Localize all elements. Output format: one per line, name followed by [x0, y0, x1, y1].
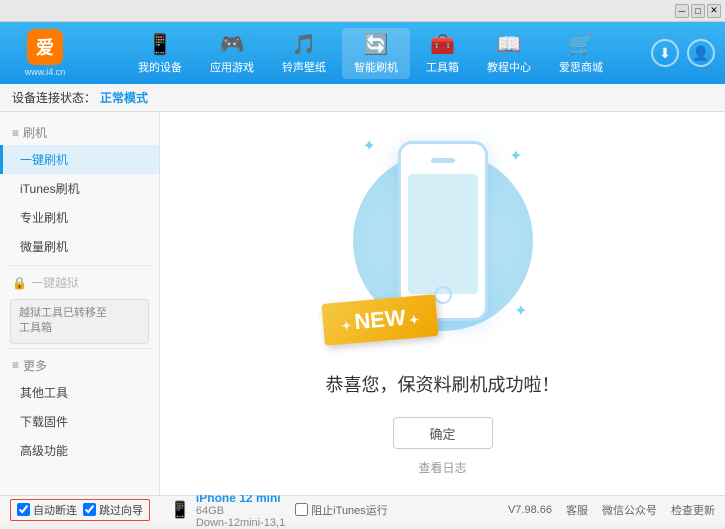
sidebar-section-more: ≡ 更多 其他工具 下载固件 高级功能 — [0, 353, 159, 465]
nav-my-device[interactable]: 📱 我的设备 — [126, 28, 194, 79]
nav-smart-flash-label: 智能刷机 — [354, 59, 398, 75]
sidebar-jailbreak-note: 越狱工具已转移至工具箱 — [10, 299, 149, 344]
check-update-link[interactable]: 检查更新 — [671, 502, 715, 518]
sidebar-item-micro-flash[interactable]: 微量刷机 — [0, 232, 159, 261]
status-label: 设备连接状态： — [12, 89, 96, 106]
toolbox-icon: 🧰 — [430, 32, 455, 57]
sidebar-section-jailbreak: 🔒 一键越狱 越狱工具已转移至工具箱 — [0, 270, 159, 344]
checkbox-group: 自动断连 跳过向导 — [10, 499, 150, 521]
guided-label: 跳过向导 — [99, 502, 143, 518]
nav-smart-flash[interactable]: 🔄 智能刷机 — [342, 28, 410, 79]
status-bar: 设备连接状态： 正常模式 — [0, 84, 725, 112]
sidebar-item-download-firmware[interactable]: 下载固件 — [0, 407, 159, 436]
logo[interactable]: 爱 www.i4.cn — [0, 29, 90, 77]
device-storage: 64GB — [196, 505, 285, 517]
sidebar-item-other-tools[interactable]: 其他工具 — [0, 378, 159, 407]
nav-toolbox[interactable]: 🧰 工具箱 — [414, 28, 471, 79]
close-button[interactable]: ✕ — [707, 4, 721, 18]
phone-screen — [408, 174, 478, 294]
sidebar-divider-2 — [8, 348, 151, 349]
minimize-button[interactable]: ─ — [675, 4, 689, 18]
nav-tutorial[interactable]: 📖 教程中心 — [475, 28, 543, 79]
sparkle-2: ✦ — [509, 146, 522, 166]
confirm-button[interactable]: 确定 — [393, 417, 493, 449]
main-layout: ≡ 刷机 一键刷机 iTunes刷机 专业刷机 微量刷机 🔒 一键越狱 — [0, 112, 725, 495]
lock-icon: 🔒 — [12, 276, 27, 290]
logo-url: www.i4.cn — [25, 67, 66, 77]
sidebar-divider-1 — [8, 265, 151, 266]
sidebar-item-itunes-flash[interactable]: iTunes刷机 — [0, 174, 159, 203]
status-value: 正常模式 — [100, 89, 148, 106]
sidebar-section-more-header: ≡ 更多 — [0, 353, 159, 378]
nav-items: 📱 我的设备 🎮 应用游戏 🎵 铃声壁纸 🔄 智能刷机 🧰 工具箱 📖 教程中心… — [90, 28, 651, 79]
sidebar-item-pro-flash[interactable]: 专业刷机 — [0, 203, 159, 232]
my-device-icon: 📱 — [148, 32, 173, 57]
bottom-bar: 自动断连 跳过向导 📱 iPhone 12 mini 64GB Down-12m… — [0, 495, 725, 523]
nav-tutorial-label: 教程中心 — [487, 59, 531, 75]
phone-body — [398, 141, 488, 321]
auto-close-input[interactable] — [17, 503, 30, 516]
nav-ringtones-label: 铃声壁纸 — [282, 59, 326, 75]
tutorial-icon: 📖 — [497, 32, 522, 57]
sparkle-1: ✦ — [363, 136, 376, 156]
logo-icon: 爱 — [27, 29, 63, 65]
nav-ringtones[interactable]: 🎵 铃声壁纸 — [270, 28, 338, 79]
ringtones-icon: 🎵 — [292, 32, 317, 57]
sparkle-3: ✦ — [514, 301, 527, 321]
smart-flash-icon: 🔄 — [364, 32, 389, 57]
success-message: 恭喜您，保资料刷机成功啦！ — [326, 371, 560, 397]
auto-close-checkbox[interactable]: 自动断连 — [17, 502, 77, 518]
mall-icon: 🛒 — [569, 32, 594, 57]
sidebar-section-flash-header: ≡ 刷机 — [0, 120, 159, 145]
sidebar-item-advanced[interactable]: 高级功能 — [0, 436, 159, 465]
new-badge: NEW — [321, 294, 438, 346]
phone-speaker — [431, 158, 455, 163]
bottom-right: V7.98.66 客服 微信公众号 检查更新 — [508, 502, 715, 518]
sidebar-section-flash: ≡ 刷机 一键刷机 iTunes刷机 专业刷机 微量刷机 — [0, 120, 159, 261]
maximize-button[interactable]: □ — [691, 4, 705, 18]
stop-itunes-label: 阻止iTunes运行 — [311, 502, 388, 518]
nav-mall-label: 爱思商城 — [559, 59, 603, 75]
download-button[interactable]: ⬇ — [651, 39, 679, 67]
auto-close-label: 自动断连 — [33, 502, 77, 518]
flash-section-icon: ≡ — [12, 126, 19, 140]
sidebar: ≡ 刷机 一键刷机 iTunes刷机 专业刷机 微量刷机 🔒 一键越狱 — [0, 112, 160, 495]
nav-mall[interactable]: 🛒 爱思商城 — [547, 28, 615, 79]
more-section-icon: ≡ — [12, 358, 19, 372]
version-label: V7.98.66 — [508, 504, 552, 516]
nav-apps-games-label: 应用游戏 — [210, 59, 254, 75]
apps-games-icon: 🎮 — [220, 32, 245, 57]
stop-itunes-checkbox[interactable] — [295, 503, 308, 516]
support-link[interactable]: 客服 — [566, 502, 588, 518]
content-area: ✦ ✦ ✦ NEW 恭喜您，保资料刷机成功啦！ 确定 查看日志 — [160, 112, 725, 495]
user-button[interactable]: 👤 — [687, 39, 715, 67]
guided-input[interactable] — [83, 503, 96, 516]
wechat-link[interactable]: 微信公众号 — [602, 502, 657, 518]
guided-checkbox[interactable]: 跳过向导 — [83, 502, 143, 518]
header-right: ⬇ 👤 — [651, 39, 725, 67]
phone-home-button — [434, 286, 452, 304]
phone-illustration: ✦ ✦ ✦ NEW — [343, 131, 543, 351]
sidebar-item-onekey-flash[interactable]: 一键刷机 — [0, 145, 159, 174]
nav-my-device-label: 我的设备 — [138, 59, 182, 75]
sidebar-section-jailbreak-header: 🔒 一键越狱 — [0, 270, 159, 295]
header: 爱 www.i4.cn 📱 我的设备 🎮 应用游戏 🎵 铃声壁纸 🔄 智能刷机 … — [0, 22, 725, 84]
view-log-link[interactable]: 查看日志 — [418, 459, 466, 476]
nav-apps-games[interactable]: 🎮 应用游戏 — [198, 28, 266, 79]
nav-toolbox-label: 工具箱 — [426, 59, 459, 75]
title-bar: ─ □ ✕ — [0, 0, 725, 22]
device-phone-icon: 📱 — [170, 500, 190, 520]
stop-itunes: 阻止iTunes运行 — [295, 502, 388, 518]
